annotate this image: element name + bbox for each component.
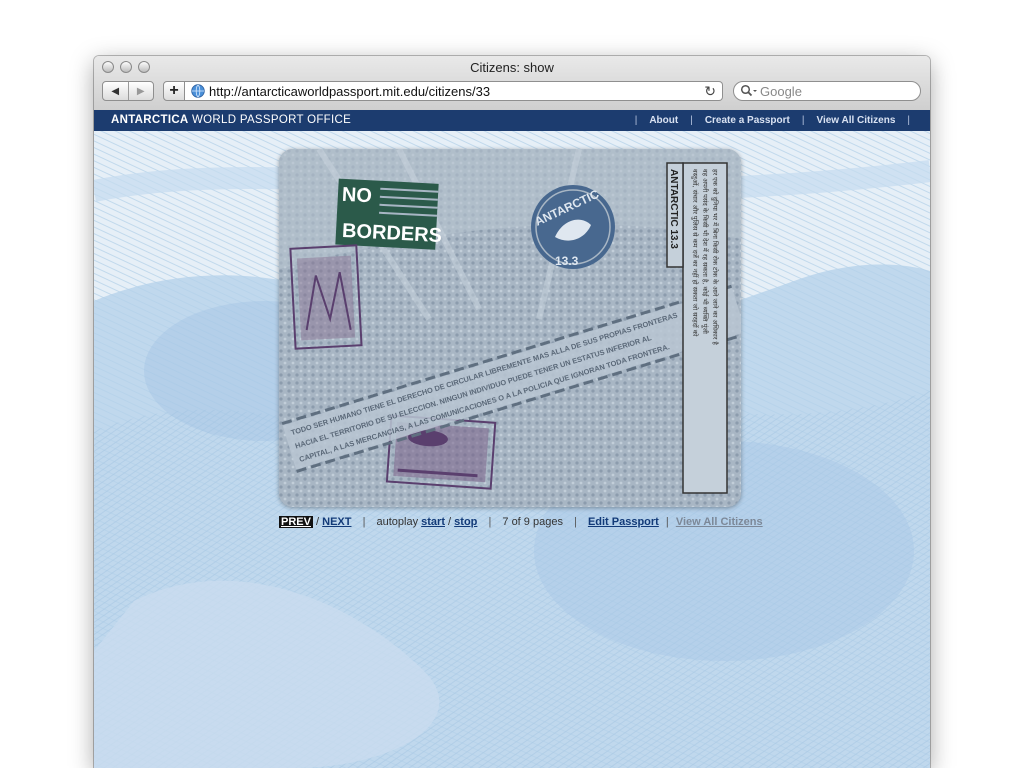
- pager-separator: |: [362, 516, 366, 528]
- no-borders-stamp: NO BORDERS: [335, 178, 443, 250]
- purple-visa-stamp: [289, 244, 363, 350]
- autoplay-stop-link[interactable]: stop: [454, 516, 477, 528]
- nav-view-all-citizens-link[interactable]: View All Citizens: [816, 115, 895, 126]
- back-arrow-icon: ◀: [111, 85, 120, 97]
- page-count: 7 of 9 pages: [502, 516, 563, 528]
- browser-toolbar: Citizens: show ◀ ▶ + http://antarcticawo…: [94, 56, 930, 111]
- passport-page: NO BORDERS ANTARCTIC 13.3 TODO SER HUMAN…: [279, 149, 741, 507]
- site-logo[interactable]: ANTARCTICA WORLD PASSPORT OFFICE: [111, 114, 351, 126]
- reload-button[interactable]: ↻: [704, 83, 716, 100]
- autoplay-label: autoplay: [376, 516, 419, 528]
- search-icon: [740, 84, 757, 97]
- plus-icon: +: [169, 82, 179, 99]
- brand-bold: ANTARCTICA: [111, 114, 189, 126]
- hindi-line-1: हर एक को दुनिया भर में बिना किसी रोक टोक…: [711, 169, 719, 345]
- pager-slash: /: [448, 516, 452, 528]
- passport-pager: PREV / NEXT | autoplay start / stop | 7 …: [279, 516, 763, 528]
- site-nav: | About | Create a Passport | View All C…: [623, 115, 922, 126]
- forward-button[interactable]: ▶: [127, 82, 154, 100]
- nav-separator: |: [634, 115, 638, 126]
- next-page-link[interactable]: NEXT: [322, 516, 351, 528]
- nav-about-link[interactable]: About: [649, 115, 678, 126]
- search-field[interactable]: Google: [733, 81, 921, 101]
- nav-separator: |: [801, 115, 805, 126]
- brand-rest: WORLD PASSPORT OFFICE: [188, 114, 352, 126]
- antarctic-seal: ANTARCTIC 13.3: [531, 185, 615, 269]
- site-header: ANTARCTICA WORLD PASSPORT OFFICE | About…: [94, 110, 930, 131]
- back-button[interactable]: ◀: [103, 82, 128, 100]
- pager-separator: |: [665, 516, 669, 528]
- add-bookmark-button[interactable]: +: [163, 81, 185, 101]
- globe-icon: [191, 84, 205, 98]
- stamp-no-text: NO: [341, 184, 372, 208]
- seal-number: 13.3: [555, 254, 579, 268]
- pager-separator: |: [574, 516, 577, 528]
- window-title: Citizens: show: [470, 60, 554, 75]
- address-bar[interactable]: http://antarcticaworldpassport.mit.edu/c…: [185, 81, 723, 101]
- pager-slash: /: [316, 516, 320, 528]
- nav-separator: |: [907, 115, 910, 126]
- page-content: NO BORDERS ANTARCTIC 13.3 TODO SER HUMAN…: [94, 131, 930, 768]
- hindi-line-2: वह अपनी पसंद के किसी भी देश में रह सकता …: [701, 169, 709, 334]
- edit-passport-link[interactable]: Edit Passport: [588, 516, 659, 528]
- nav-separator: |: [690, 115, 693, 126]
- pager-separator: |: [488, 516, 492, 528]
- passport-artwork: NO BORDERS ANTARCTIC 13.3 TODO SER HUMAN…: [279, 149, 741, 507]
- forward-arrow-icon: ▶: [136, 85, 145, 97]
- autoplay-start-link[interactable]: start: [421, 516, 445, 528]
- browser-window: Citizens: show ◀ ▶ + http://antarcticawo…: [94, 56, 930, 768]
- history-buttons: ◀ ▶: [102, 81, 154, 101]
- side-stamp-label: ANTARCTIC 13.3: [668, 169, 679, 249]
- nav-create-passport-link[interactable]: Create a Passport: [705, 115, 790, 126]
- view-all-citizens-link[interactable]: View All Citizens: [676, 516, 763, 528]
- search-placeholder: Google: [760, 84, 802, 99]
- prev-page-link[interactable]: PREV: [279, 516, 313, 528]
- url-text: http://antarcticaworldpassport.mit.edu/c…: [209, 84, 491, 99]
- hindi-line-3: वस्तुओं, संचार और पुलिस से कम दर्जे का न…: [691, 169, 699, 337]
